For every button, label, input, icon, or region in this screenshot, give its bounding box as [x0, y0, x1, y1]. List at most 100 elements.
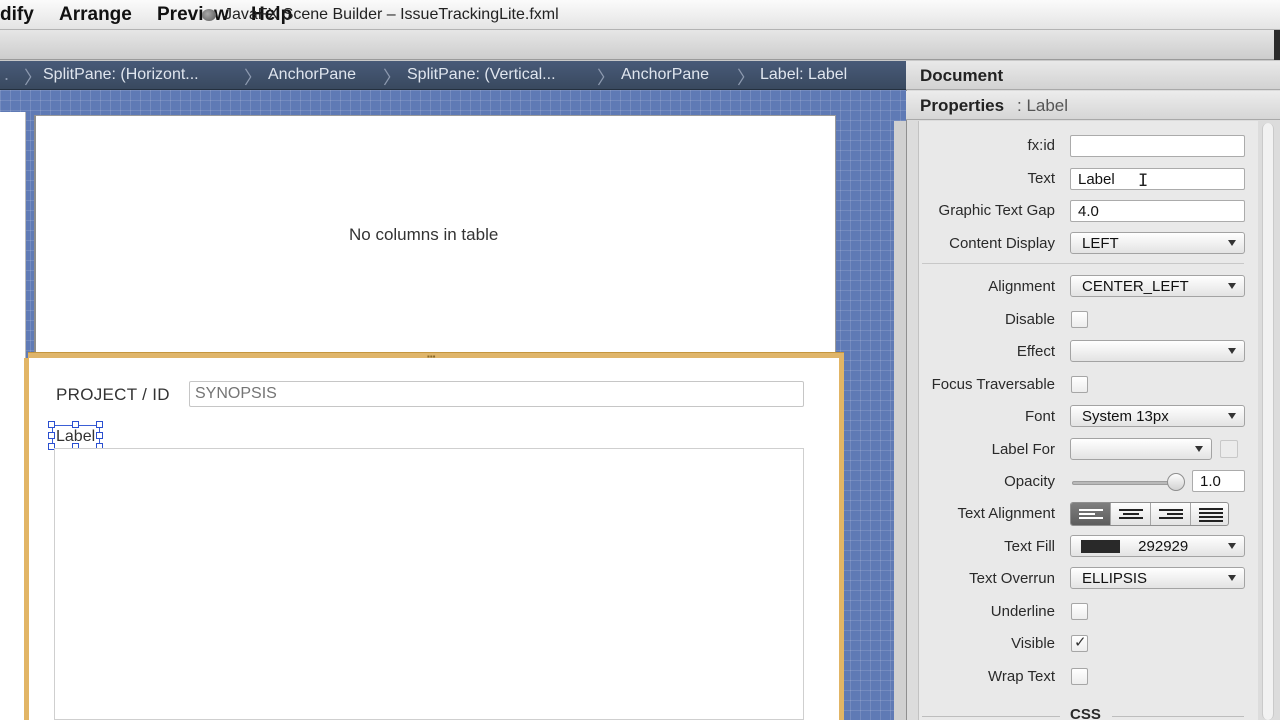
dropdown-arrow-icon: [1228, 575, 1236, 581]
align-right-button[interactable]: [1151, 503, 1191, 525]
resize-handle[interactable]: [96, 432, 103, 439]
align-justify-icon-line: [1199, 512, 1223, 514]
wrap-text-checkbox[interactable]: [1071, 668, 1088, 685]
chevron-right-icon: 〉: [24, 68, 42, 88]
prop-label-text: Text: [1027, 170, 1055, 187]
chevron-right-icon: .: [4, 64, 10, 84]
panel-gutter: [894, 121, 906, 720]
chevron-right-icon: 〉: [383, 68, 401, 88]
section-divider: [922, 263, 1244, 264]
breadcrumb-item[interactable]: SplitPane: (Vertical...: [407, 66, 556, 84]
chevron-right-icon: 〉: [244, 68, 262, 88]
prop-label-content-display: Content Display: [949, 235, 1055, 252]
dropdown-arrow-icon: [1228, 240, 1236, 246]
project-id-label[interactable]: PROJECT / ID: [56, 385, 170, 405]
align-justify-icon: [1199, 508, 1223, 510]
color-swatch: [1081, 540, 1120, 553]
dropdown-arrow-icon: [1195, 446, 1203, 452]
align-left-icon: [1079, 509, 1103, 511]
content-display-combo[interactable]: LEFT: [1070, 232, 1245, 254]
align-right-icon: [1159, 509, 1183, 511]
dropdown-arrow-icon: [1228, 413, 1236, 419]
prop-label-label-for: Label For: [991, 441, 1055, 458]
menu-bar: dify Arrange Preview Help: [0, 0, 1280, 30]
graphic-text-gap-field[interactable]: [1070, 200, 1245, 222]
opacity-field[interactable]: [1192, 470, 1245, 492]
align-center-icon-line: [1119, 517, 1143, 519]
resize-handle[interactable]: [72, 421, 79, 428]
alignment-combo[interactable]: CENTER_LEFT: [1070, 275, 1245, 297]
text-fill-value: 292929: [1138, 538, 1189, 555]
align-justify-button[interactable]: [1191, 503, 1228, 525]
left-pane[interactable]: [0, 112, 26, 720]
align-justify-icon-line: [1199, 520, 1223, 522]
resize-handle[interactable]: [48, 432, 55, 439]
dropdown-arrow-icon: [1228, 543, 1236, 549]
window-title: JavaFX Scene Builder – IssueTrackingLite…: [224, 6, 559, 23]
align-center-icon: [1119, 509, 1143, 511]
prop-label-graphic-text-gap: Graphic Text Gap: [938, 202, 1055, 219]
label-for-picker-button[interactable]: [1220, 440, 1238, 458]
alignment-value: CENTER_LEFT: [1082, 278, 1189, 295]
font-combo[interactable]: System 13px: [1070, 405, 1245, 427]
prop-label-text-alignment: Text Alignment: [957, 505, 1055, 522]
align-left-icon-line: [1079, 513, 1095, 515]
prop-label-text-overrun: Text Overrun: [969, 570, 1055, 587]
table-placeholder: No columns in table: [349, 225, 499, 244]
properties-title: Properties: [920, 96, 1005, 115]
menu-arrange[interactable]: Arrange: [59, 4, 132, 26]
document-title: Document: [920, 66, 1004, 85]
checkmark-icon: ✓: [1074, 634, 1087, 651]
focus-traversable-checkbox[interactable]: [1071, 376, 1088, 393]
align-center-button[interactable]: [1111, 503, 1151, 525]
prop-label-visible: Visible: [1011, 635, 1055, 652]
css-section-title[interactable]: CSS: [1070, 706, 1101, 720]
prop-label-effect: Effect: [1016, 343, 1055, 360]
font-value: System 13px: [1082, 408, 1169, 425]
align-center-icon-line: [1123, 513, 1139, 515]
prop-label-focus-traversable: Focus Traversable: [931, 376, 1055, 393]
chevron-right-icon: 〉: [597, 68, 615, 88]
window-edge: [1274, 30, 1280, 60]
breadcrumb-item[interactable]: SplitPane: (Horizont...: [43, 66, 199, 84]
align-left-button[interactable]: [1071, 503, 1111, 525]
align-right-icon-line: [1159, 517, 1183, 519]
chevron-right-icon: 〉: [737, 68, 755, 88]
menu-modify[interactable]: dify: [0, 4, 34, 26]
effect-combo[interactable]: [1070, 340, 1245, 362]
prop-label-text-fill: Text Fill: [1004, 538, 1055, 555]
description-text-area[interactable]: [54, 448, 804, 720]
visible-checkbox[interactable]: ✓: [1071, 634, 1088, 652]
properties-target: : Label: [1017, 96, 1069, 115]
text-overrun-combo[interactable]: ELLIPSIS: [1070, 567, 1245, 589]
dropdown-arrow-icon: [1228, 348, 1236, 354]
underline-checkbox[interactable]: [1071, 603, 1088, 620]
window-title-bar: [0, 30, 1280, 60]
prop-label-alignment: Alignment: [988, 278, 1055, 295]
text-alignment-segmented: [1070, 502, 1229, 526]
prop-label-font: Font: [1024, 408, 1055, 425]
resize-handle[interactable]: [48, 421, 55, 428]
properties-scrollbar[interactable]: [1262, 123, 1274, 720]
fxid-field[interactable]: [1070, 135, 1245, 157]
synopsis-field[interactable]: [189, 381, 804, 407]
resize-handle[interactable]: [96, 421, 103, 428]
text-field[interactable]: [1070, 168, 1245, 190]
breadcrumb-item-current[interactable]: Label: Label: [760, 66, 847, 84]
label-for-combo[interactable]: [1070, 438, 1212, 460]
menu-preview[interactable]: Preview: [157, 4, 229, 26]
dropdown-arrow-icon: [1228, 283, 1236, 289]
breadcrumb-item[interactable]: AnchorPane: [268, 66, 356, 84]
section-divider: [1112, 716, 1244, 717]
disable-checkbox[interactable]: [1071, 311, 1088, 328]
section-divider: [922, 716, 1060, 717]
text-overrun-value: ELLIPSIS: [1082, 570, 1148, 587]
breadcrumb-item[interactable]: AnchorPane: [621, 66, 709, 84]
prop-label-disable: Disable: [1004, 311, 1055, 328]
prop-label-fxid: fx:id: [1027, 137, 1055, 154]
align-justify-icon-line: [1199, 516, 1223, 518]
opacity-slider-thumb[interactable]: [1167, 473, 1185, 491]
align-left-icon-line: [1079, 517, 1103, 519]
document-proxy-icon: [202, 9, 216, 21]
prop-label-wrap-text: Wrap Text: [988, 668, 1055, 685]
